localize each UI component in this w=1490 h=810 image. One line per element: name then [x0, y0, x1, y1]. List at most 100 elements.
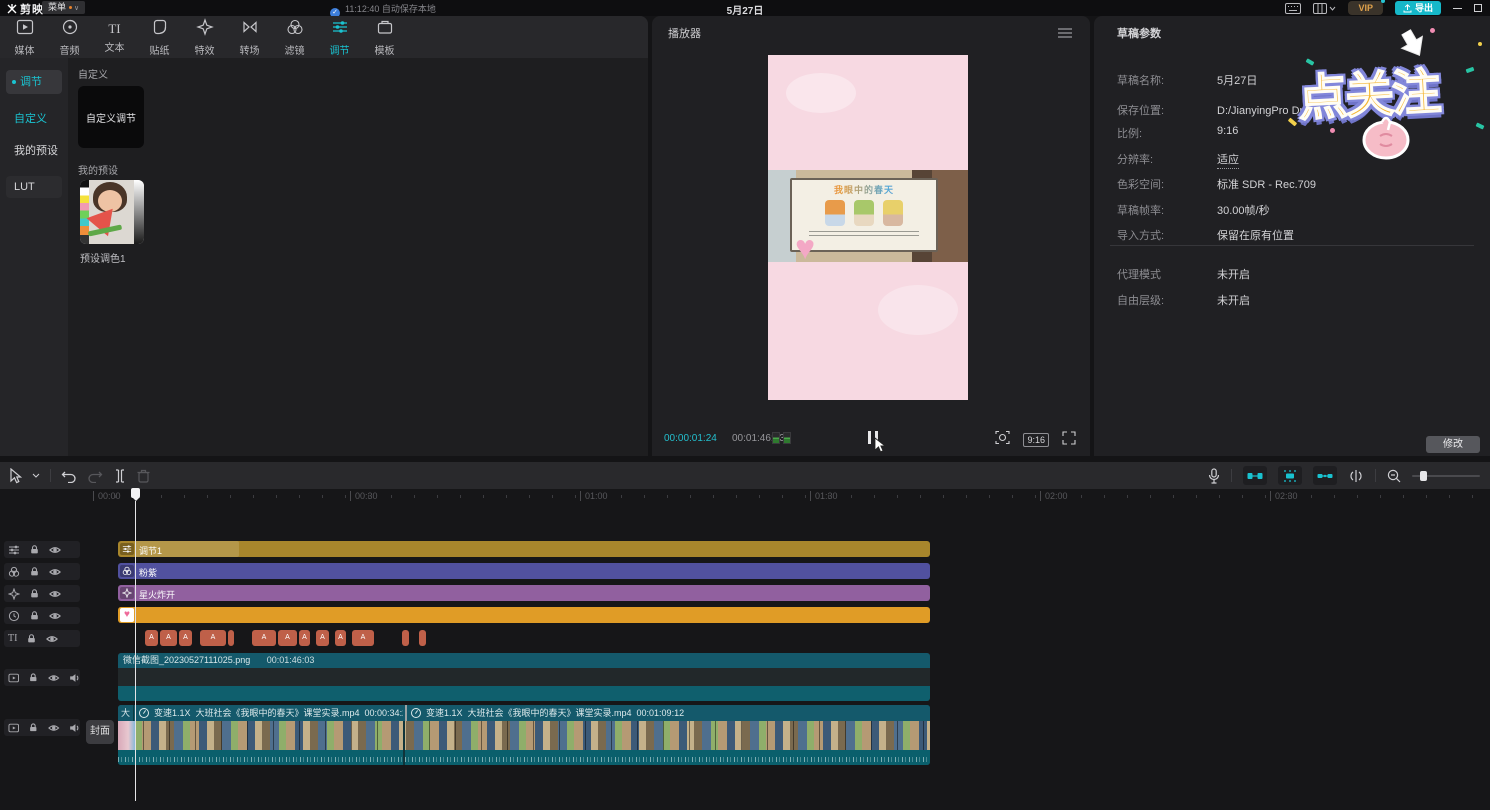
mute-icon[interactable] [69, 672, 80, 684]
player-controls: 00:00:01:24 00:01:46:03 9:16 [652, 425, 1090, 451]
split-button[interactable] [113, 469, 127, 483]
lock-icon[interactable] [26, 633, 37, 644]
video-preview[interactable]: 我眼中的春天 ♥ [768, 55, 968, 400]
text-clip[interactable] [419, 630, 426, 646]
chevron-down-icon[interactable] [32, 473, 40, 478]
decor-blob [878, 285, 958, 335]
auto-snap-toggle[interactable] [1278, 466, 1302, 485]
delete-button[interactable] [137, 469, 150, 483]
effect-clip[interactable]: 星火炸开 [118, 585, 930, 601]
text-clip[interactable]: A [252, 630, 276, 646]
redo-button[interactable] [87, 469, 103, 483]
main-track-magnet-toggle[interactable] [1243, 466, 1267, 485]
tab-media[interactable]: 媒体 [2, 16, 47, 58]
transition-icon [240, 18, 260, 41]
custom-adjust-card[interactable]: 自定义调节 [78, 86, 144, 148]
param-row: 自由层级:未开启 [1117, 292, 1477, 308]
filter-clip[interactable]: 粉紫 [118, 563, 930, 579]
sidebar-item-custom[interactable]: 自定义 [0, 110, 68, 126]
audio-waveform [118, 750, 930, 765]
tab-sticker[interactable]: 贴纸 [137, 16, 182, 58]
video-clip-3-label[interactable]: 变速1.1X 大班社会《我眼中的春天》课堂实录.mp4 00:01:09:12 [405, 705, 930, 721]
text-clip[interactable]: A [299, 630, 310, 646]
zoom-out-icon[interactable] [1387, 469, 1401, 483]
video-track-icon [8, 722, 19, 734]
ruler-ticks [93, 495, 1490, 498]
filter-track-icon [8, 566, 20, 578]
sidebar-item-my-presets[interactable]: 我的预设 [0, 142, 68, 158]
preview-quality-icon[interactable] [995, 430, 1010, 450]
lock-icon[interactable] [29, 544, 40, 555]
fullscreen-icon[interactable] [1062, 431, 1076, 450]
adjust-clip[interactable]: 调节1 [118, 541, 930, 557]
playhead[interactable] [131, 488, 140, 498]
jianying-app: 剪映 菜单∨ ✓11:12:40 自动保存本地 5月27日 VIP 导出 媒体 … [0, 0, 1490, 810]
eye-icon[interactable] [49, 610, 61, 622]
modify-button[interactable]: 修改 [1426, 436, 1480, 453]
track-header-png [4, 669, 80, 686]
record-voiceover-button[interactable] [1208, 468, 1220, 484]
link-preview-toggle[interactable] [1313, 466, 1337, 485]
undo-button[interactable] [61, 469, 77, 483]
tab-effects[interactable]: 特效 [182, 16, 227, 58]
sidebar-item-lut[interactable]: LUT [6, 176, 62, 198]
tab-audio[interactable]: 音频 [47, 16, 92, 58]
export-button[interactable]: 导出 [1395, 1, 1441, 15]
lock-icon[interactable] [28, 722, 39, 733]
ratio-button[interactable]: 9:16 [1023, 433, 1049, 447]
sidebar-item-adjust[interactable]: 调节 [6, 70, 62, 94]
text-clip[interactable] [228, 630, 234, 646]
param-row: 代理模式未开启 [1117, 266, 1477, 282]
cover-button[interactable]: 封面 [86, 720, 114, 744]
eye-icon[interactable] [46, 633, 58, 645]
maximize-button[interactable] [1474, 4, 1482, 12]
preset-image [89, 180, 134, 244]
lock-icon[interactable] [29, 566, 40, 577]
tab-template[interactable]: 模板 [362, 16, 407, 58]
preview-axis-button[interactable] [1348, 470, 1364, 482]
shortcut-keyboard-icon[interactable] [1285, 3, 1301, 14]
layout-switch-button[interactable] [1313, 3, 1336, 14]
text-clip[interactable]: A [179, 630, 192, 646]
mute-icon[interactable] [69, 722, 80, 734]
player-menu-icon[interactable] [1058, 25, 1072, 43]
vip-button[interactable]: VIP [1348, 1, 1383, 15]
eye-icon[interactable] [48, 722, 59, 734]
timeline-ruler[interactable]: 00:00 00:30 01:00 01:30 02:00 02:30 [0, 489, 1490, 505]
tab-filter[interactable]: 滤镜 [272, 16, 317, 58]
playhead-handle[interactable] [131, 488, 140, 498]
track-header-video [4, 719, 80, 736]
eye-icon[interactable] [49, 566, 61, 578]
tab-transition[interactable]: 转场 [227, 16, 272, 58]
text-clip[interactable]: A [200, 630, 226, 646]
zoom-slider-handle[interactable] [1420, 471, 1427, 481]
text-clip[interactable] [402, 630, 409, 646]
document-title: 5月27日 [645, 2, 845, 17]
lock-icon[interactable] [29, 588, 40, 599]
eye-icon[interactable] [49, 544, 61, 556]
select-tool-button[interactable] [8, 468, 22, 484]
library-panel: 媒体 音频 TI文本 贴纸 特效 转场 滤镜 调节 模板 调节 自定义 我的预设… [0, 16, 648, 456]
text-clip[interactable]: A [335, 630, 346, 646]
video-clip-2-label[interactable]: 变速1.1X 大班社会《我眼中的春天》课堂实录.mp4 00:00:34:25 [135, 705, 403, 721]
tab-adjust[interactable]: 调节 [317, 16, 362, 58]
text-clip[interactable]: A [316, 630, 329, 646]
timeline-zoom-slider[interactable] [1412, 475, 1480, 477]
text-clip[interactable]: A [352, 630, 374, 646]
minimize-button[interactable] [1453, 8, 1462, 9]
menu-button[interactable]: 菜单∨ [42, 1, 85, 14]
video-track[interactable]: 大 变速1.1X 大班社会《我眼中的春天》课堂实录.mp4 00:00:34:2… [118, 705, 930, 765]
sticker-clip[interactable]: ♥ [118, 607, 930, 623]
png-clip[interactable]: 微信截图_20230527111025.png 00:01:46:03 [118, 653, 930, 701]
tab-text[interactable]: TI文本 [92, 16, 137, 58]
text-clip[interactable]: A [278, 630, 297, 646]
param-row: 分辨率:适应 [1117, 151, 1477, 167]
lock-icon[interactable] [29, 610, 40, 621]
preset-thumbnail[interactable] [80, 180, 144, 244]
lock-icon[interactable] [28, 672, 39, 683]
text-clip[interactable]: A [160, 630, 177, 646]
eye-icon[interactable] [48, 672, 59, 684]
eye-icon[interactable] [49, 588, 61, 600]
video-clip-1-label[interactable]: 大 [118, 705, 134, 721]
text-clip[interactable]: A [145, 630, 158, 646]
